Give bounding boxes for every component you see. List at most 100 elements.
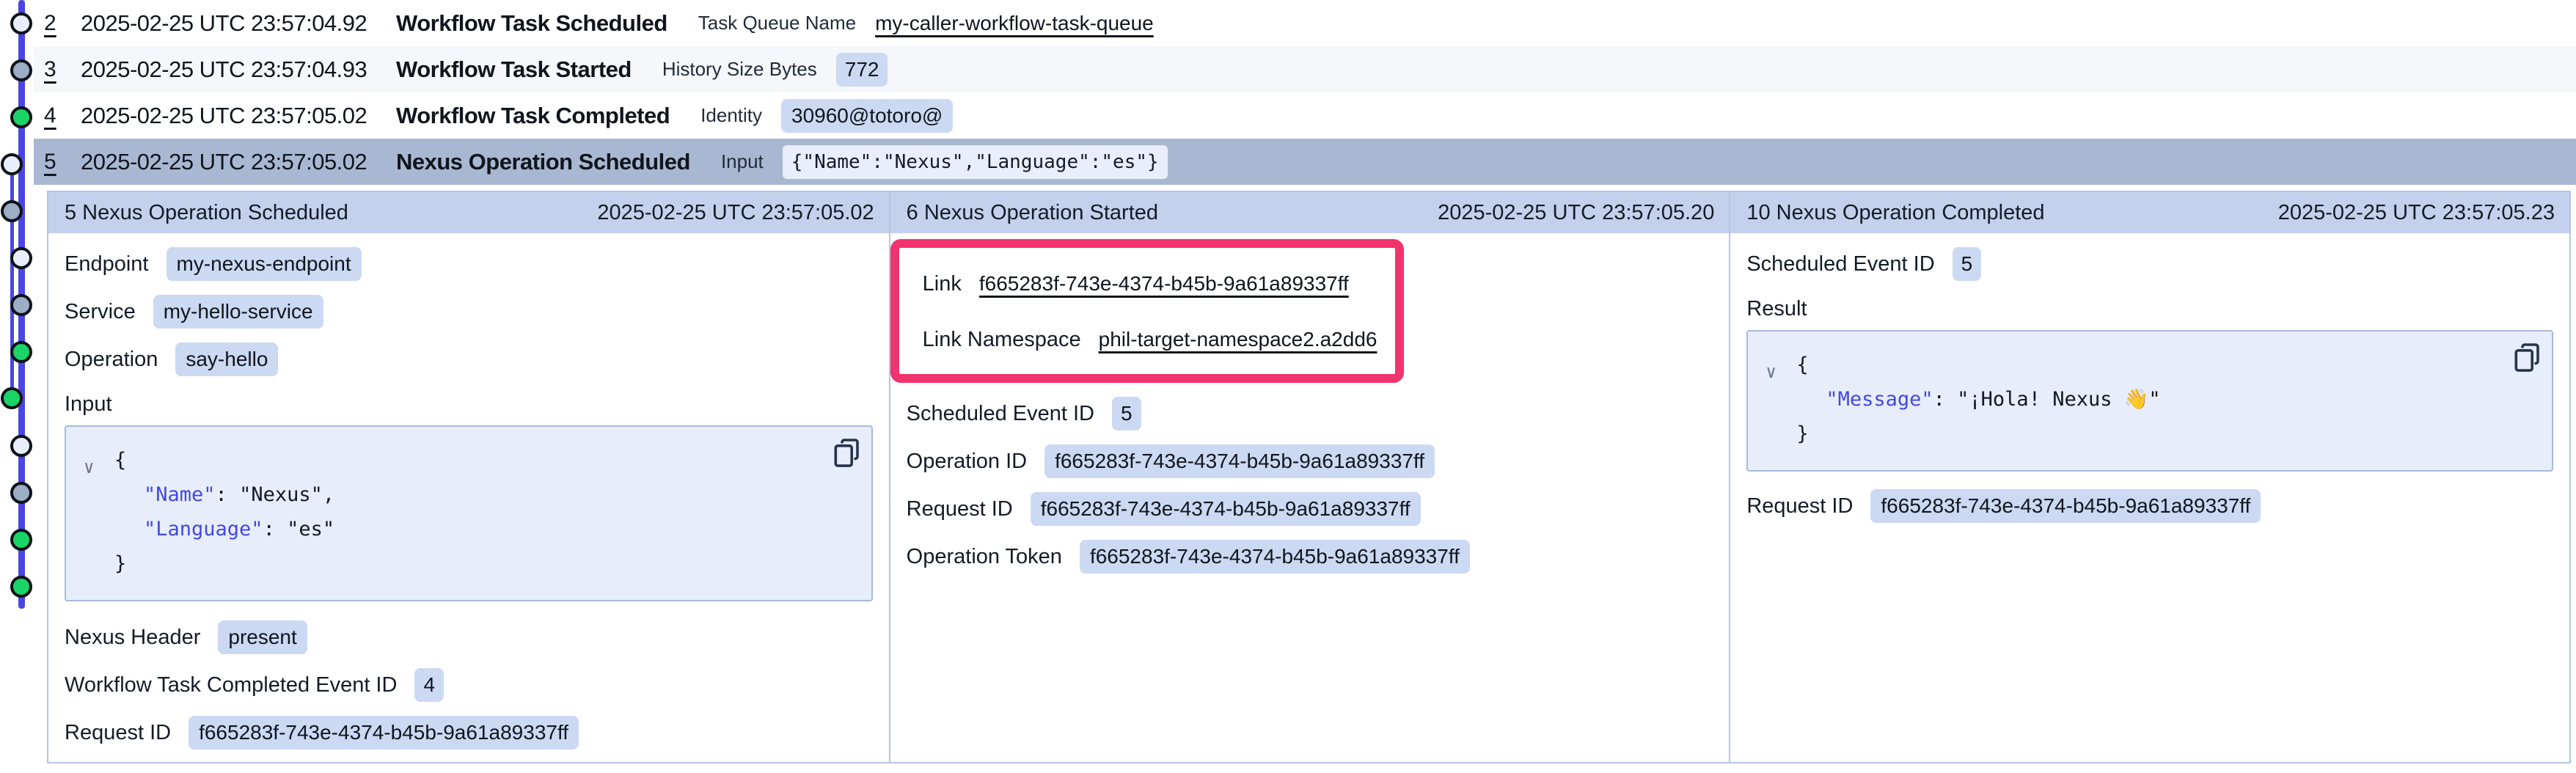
event-row[interactable]: 2 2025-02-25 UTC 23:57:04.92 Workflow Ta…	[34, 0, 2576, 46]
scheduled-event-badge: 5	[1953, 247, 1982, 281]
panel-title: 10 Nexus Operation Completed	[1746, 201, 2044, 225]
request-id-badge: f665283f-743e-4374-b45b-9a61a89337ff	[1870, 489, 2261, 523]
event-name: Workflow Task Completed	[396, 103, 670, 129]
service-badge: my-hello-service	[153, 295, 323, 329]
field-row-endpoint: Endpoint my-nexus-endpoint	[65, 247, 873, 281]
json-colon: :	[216, 483, 240, 506]
field-row-operation-id: Operation ID f665283f-743e-4374-b45b-9a6…	[907, 444, 1713, 478]
event-status-dot[interactable]	[1, 387, 23, 409]
event-row-list: 2 2025-02-25 UTC 23:57:04.92 Workflow Ta…	[34, 0, 2576, 185]
json-viewer-input: ∨{ "Name": "Nexus", "Language": "es" }	[65, 425, 873, 601]
event-id-link[interactable]: 4	[44, 103, 81, 128]
event-id-link[interactable]: 3	[44, 57, 81, 82]
event-timestamp: 2025-02-25 UTC 23:57:05.02	[81, 149, 396, 175]
event-status-dot[interactable]	[10, 482, 32, 504]
event-input-badge: {"Name":"Nexus","Language":"es"}	[783, 145, 1168, 179]
event-status-dot[interactable]	[10, 247, 32, 269]
event-status-dot[interactable]	[10, 12, 32, 34]
field-row-nexus-header: Nexus Header present	[65, 620, 873, 654]
event-status-dot[interactable]	[10, 341, 32, 363]
endpoint-badge: my-nexus-endpoint	[167, 247, 362, 281]
panel-nexus-operation-started: 6 Nexus Operation Started 2025-02-25 UTC…	[889, 192, 1730, 762]
event-row[interactable]: 4 2025-02-25 UTC 23:57:05.02 Workflow Ta…	[34, 92, 2576, 139]
field-label: Request ID	[1746, 494, 1853, 519]
link-value-link[interactable]: f665283f-743e-4374-b45b-9a61a89337ff	[979, 272, 1349, 296]
result-section-label: Result	[1746, 297, 2553, 321]
event-detail-label: History Size Bytes	[662, 58, 817, 81]
field-row-operation-token: Operation Token f665283f-743e-4374-b45b-…	[907, 540, 1713, 574]
field-row-scheduled-event-id: Scheduled Event ID 5	[1746, 247, 2553, 281]
operation-badge: say-hello	[175, 342, 278, 376]
event-name: Workflow Task Scheduled	[396, 10, 667, 37]
json-brace: }	[1796, 422, 1808, 445]
json-brace: }	[114, 552, 126, 575]
field-row-request-id: Request ID f665283f-743e-4374-b45b-9a61a…	[65, 716, 873, 750]
event-detail-label: Input	[721, 150, 764, 173]
operation-id-badge: f665283f-743e-4374-b45b-9a61a89337ff	[1044, 444, 1435, 478]
field-row-operation: Operation say-hello	[65, 342, 873, 376]
field-label: Link	[923, 272, 962, 296]
event-detail-badge: 772	[836, 53, 888, 87]
field-row-link-namespace: Link Namespace phil-target-namespace2.a2…	[923, 323, 1377, 356]
event-timestamp: 2025-02-25 UTC 23:57:04.92	[81, 10, 396, 37]
field-label: Link Namespace	[923, 328, 1081, 352]
panel-title: 5 Nexus Operation Scheduled	[65, 201, 348, 225]
field-row-scheduled-event-id: Scheduled Event ID 5	[907, 397, 1713, 431]
field-label: Nexus Header	[65, 626, 200, 650]
event-status-dot[interactable]	[10, 294, 32, 316]
event-status-dot[interactable]	[10, 59, 32, 81]
copy-icon[interactable]	[2514, 343, 2540, 373]
json-value: "¡Hola! Nexus 👋"	[1957, 388, 2160, 411]
field-row-request-id: Request ID f665283f-743e-4374-b45b-9a61a…	[907, 492, 1713, 526]
field-label: Operation ID	[907, 450, 1027, 474]
event-id-link[interactable]: 2	[44, 11, 81, 36]
timeline-branch-line	[10, 164, 14, 399]
event-status-dot[interactable]	[1, 200, 23, 222]
event-status-dot[interactable]	[10, 106, 32, 128]
panel-nexus-operation-scheduled: 5 Nexus Operation Scheduled 2025-02-25 U…	[48, 192, 889, 762]
panel-timestamp: 2025-02-25 UTC 23:57:05.23	[2278, 201, 2555, 225]
annotation-highlight-box: Link f665283f-743e-4374-b45b-9a61a89337f…	[890, 239, 1404, 383]
field-label: Scheduled Event ID	[1746, 252, 1934, 276]
event-status-dot[interactable]	[10, 529, 32, 551]
event-detail-label: Task Queue Name	[698, 12, 856, 34]
event-detail-label: Identity	[700, 104, 762, 127]
json-value: "es"	[287, 518, 334, 541]
json-key: "Language"	[144, 518, 263, 541]
event-status-dot[interactable]	[10, 435, 32, 457]
field-row-link: Link f665283f-743e-4374-b45b-9a61a89337f…	[923, 267, 1377, 301]
json-colon: :	[1933, 388, 1958, 411]
event-row-selected[interactable]: 5 2025-02-25 UTC 23:57:05.02 Nexus Opera…	[34, 139, 2576, 185]
field-label: Request ID	[907, 497, 1013, 521]
event-id-link[interactable]: 5	[44, 150, 81, 175]
event-status-dot[interactable]	[1, 153, 23, 175]
event-history-view: 2 2025-02-25 UTC 23:57:04.92 Workflow Ta…	[0, 0, 2576, 773]
request-id-badge: f665283f-743e-4374-b45b-9a61a89337ff	[189, 716, 579, 750]
wft-completed-badge: 4	[414, 668, 444, 702]
link-namespace-link[interactable]: phil-target-namespace2.a2dd6	[1099, 328, 1377, 351]
nexus-header-badge: present	[218, 620, 307, 654]
field-label: Endpoint	[65, 252, 149, 276]
field-label: Operation Token	[907, 545, 1062, 569]
event-group-detail: 5 Nexus Operation Scheduled 2025-02-25 U…	[47, 191, 2571, 763]
json-colon: :	[263, 518, 288, 541]
copy-icon[interactable]	[833, 439, 860, 468]
field-label: Operation	[65, 348, 158, 372]
event-row[interactable]: 3 2025-02-25 UTC 23:57:04.93 Workflow Ta…	[34, 46, 2576, 92]
panel-header: 10 Nexus Operation Completed 2025-02-25 …	[1730, 192, 2569, 233]
field-label: Workflow Task Completed Event ID	[65, 673, 397, 697]
json-brace: {	[1796, 353, 1808, 376]
event-detail-badge: 30960@totoro@	[781, 99, 953, 133]
json-key: "Message"	[1826, 388, 1933, 411]
event-name: Workflow Task Started	[396, 56, 632, 83]
json-key: "Name"	[144, 483, 216, 506]
request-id-badge: f665283f-743e-4374-b45b-9a61a89337ff	[1031, 492, 1421, 526]
field-label: Service	[65, 300, 136, 324]
panel-timestamp: 2025-02-25 UTC 23:57:05.20	[1438, 201, 1714, 225]
panel-header: 6 Nexus Operation Started 2025-02-25 UTC…	[890, 192, 1730, 233]
json-brace: {	[114, 449, 126, 472]
event-status-dot[interactable]	[10, 576, 32, 598]
task-queue-link[interactable]: my-caller-workflow-task-queue	[875, 12, 1154, 35]
panel-header: 5 Nexus Operation Scheduled 2025-02-25 U…	[48, 192, 889, 233]
field-label: Scheduled Event ID	[907, 402, 1094, 426]
